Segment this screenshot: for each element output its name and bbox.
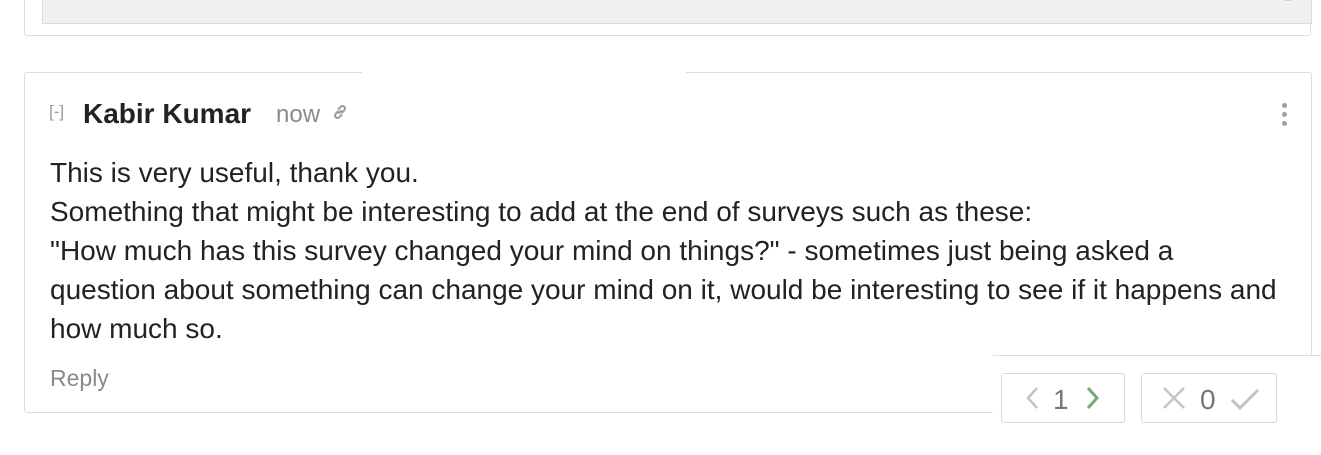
collapse-toggle[interactable]: [-] (49, 102, 64, 122)
chevron-right-icon[interactable] (1081, 384, 1103, 412)
comment-paragraph: This is very useful, thank you. (50, 157, 419, 188)
cross-icon[interactable] (1160, 384, 1188, 412)
agreement-vote-box: 0 (1141, 373, 1277, 423)
comment-paragraph: Something that might be interesting to a… (50, 196, 1033, 227)
karma-vote-box: 1 (1001, 373, 1125, 423)
karma-score: 1 (1053, 384, 1069, 415)
comment-paragraph: "How much has this survey changed your m… (50, 235, 1277, 344)
more-options-icon[interactable] (1279, 103, 1289, 131)
reply-button[interactable]: Reply (50, 365, 109, 392)
check-icon[interactable] (1228, 384, 1262, 412)
link-icon[interactable] (331, 103, 349, 121)
previous-info-icon (1279, 0, 1297, 1)
comment-time[interactable]: now (276, 101, 320, 129)
previous-comment-card (24, 0, 1312, 36)
chevron-left-icon[interactable] (1022, 384, 1044, 412)
agreement-score: 0 (1200, 384, 1216, 415)
comment-author[interactable]: Kabir Kumar (83, 98, 251, 130)
comment-body: This is very useful, thank you. Somethin… (50, 153, 1280, 348)
previous-reply-box[interactable] (42, 0, 1312, 24)
vote-area: 1 0 (993, 355, 1321, 455)
card-top-gap (362, 70, 686, 76)
